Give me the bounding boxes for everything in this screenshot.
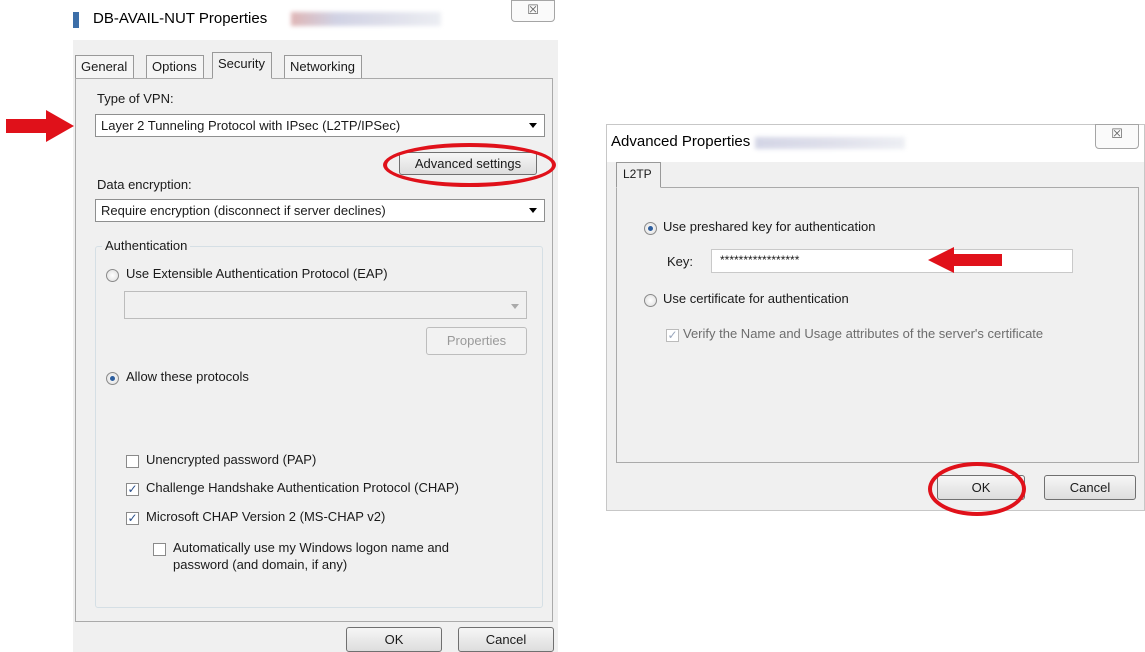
tab-l2tp[interactable]: L2TP: [616, 162, 661, 188]
vpn-properties-dialog: DB-AVAIL-NUT Properties ☒ General Option…: [73, 0, 558, 652]
pap-label: Unencrypted password (PAP): [146, 452, 317, 467]
ok-button[interactable]: OK: [346, 627, 442, 652]
chevron-down-icon: [529, 123, 537, 128]
chap-checkbox[interactable]: ✓: [126, 483, 139, 496]
dialog-title: Advanced Properties: [611, 133, 751, 150]
key-label: Key:: [667, 254, 694, 269]
title-bar: DB-AVAIL-NUT Properties ☒: [73, 0, 558, 40]
properties-button[interactable]: Properties: [426, 327, 527, 355]
key-input[interactable]: *****************: [711, 249, 1073, 273]
chap-label: Challenge Handshake Authentication Proto…: [146, 480, 459, 495]
red-arrow-icon: [6, 110, 74, 142]
mschapv2-checkbox[interactable]: ✓: [126, 512, 139, 525]
tab-options[interactable]: Options: [146, 55, 204, 79]
cancel-button[interactable]: Cancel: [1044, 475, 1136, 500]
auto-logon-label-line2: password (and domain, if any): [173, 557, 348, 572]
eap-radio[interactable]: [106, 269, 119, 282]
pap-checkbox[interactable]: [126, 455, 139, 468]
close-button[interactable]: ☒: [511, 0, 555, 22]
vpn-type-label: Type of VPN:: [97, 91, 174, 106]
preshared-key-label: Use preshared key for authentication: [663, 219, 876, 234]
vpn-type-value: Layer 2 Tunneling Protocol with IPsec (L…: [101, 118, 401, 133]
chevron-down-icon: [529, 208, 537, 213]
title-bar: Advanced Properties ☒: [607, 124, 1144, 162]
advanced-properties-dialog: Advanced Properties ☒ L2TP Use preshared…: [606, 124, 1145, 511]
mschapv2-label: Microsoft CHAP Version 2 (MS-CHAP v2): [146, 509, 386, 524]
allow-protocols-radio[interactable]: [106, 372, 119, 385]
blurred-title-text: [291, 12, 441, 26]
annotation-ellipse-ok: [928, 462, 1026, 516]
chevron-down-icon: [511, 304, 519, 309]
allow-protocols-label: Allow these protocols: [126, 369, 249, 384]
auto-logon-label-line1: Automatically use my Windows logon name …: [173, 540, 450, 555]
verify-certificate-checkbox[interactable]: ✓: [666, 329, 679, 342]
blurred-title-text: [755, 137, 905, 149]
certificate-label: Use certificate for authentication: [663, 291, 849, 306]
app-icon: [73, 12, 79, 28]
dialog-title: DB-AVAIL-NUT Properties: [93, 10, 268, 27]
authentication-legend: Authentication: [102, 238, 191, 253]
data-encryption-select[interactable]: Require encryption (disconnect if server…: [95, 199, 545, 222]
annotation-ellipse-advanced: [383, 143, 556, 187]
vpn-type-select[interactable]: Layer 2 Tunneling Protocol with IPsec (L…: [95, 114, 545, 137]
auto-logon-checkbox[interactable]: [153, 543, 166, 556]
preshared-key-radio[interactable]: [644, 222, 657, 235]
data-encryption-value: Require encryption (disconnect if server…: [101, 203, 386, 218]
certificate-radio[interactable]: [644, 294, 657, 307]
close-button[interactable]: ☒: [1095, 124, 1139, 149]
eap-method-select[interactable]: [124, 291, 527, 319]
verify-certificate-label: Verify the Name and Usage attributes of …: [683, 326, 1044, 341]
tab-networking[interactable]: Networking: [284, 55, 363, 79]
red-arrow-icon: [928, 247, 1002, 273]
cancel-button[interactable]: Cancel: [458, 627, 554, 652]
data-encryption-label: Data encryption:: [97, 177, 192, 192]
tab-security[interactable]: Security: [212, 52, 272, 79]
eap-label: Use Extensible Authentication Protocol (…: [126, 266, 388, 281]
tab-general[interactable]: General: [75, 55, 135, 79]
